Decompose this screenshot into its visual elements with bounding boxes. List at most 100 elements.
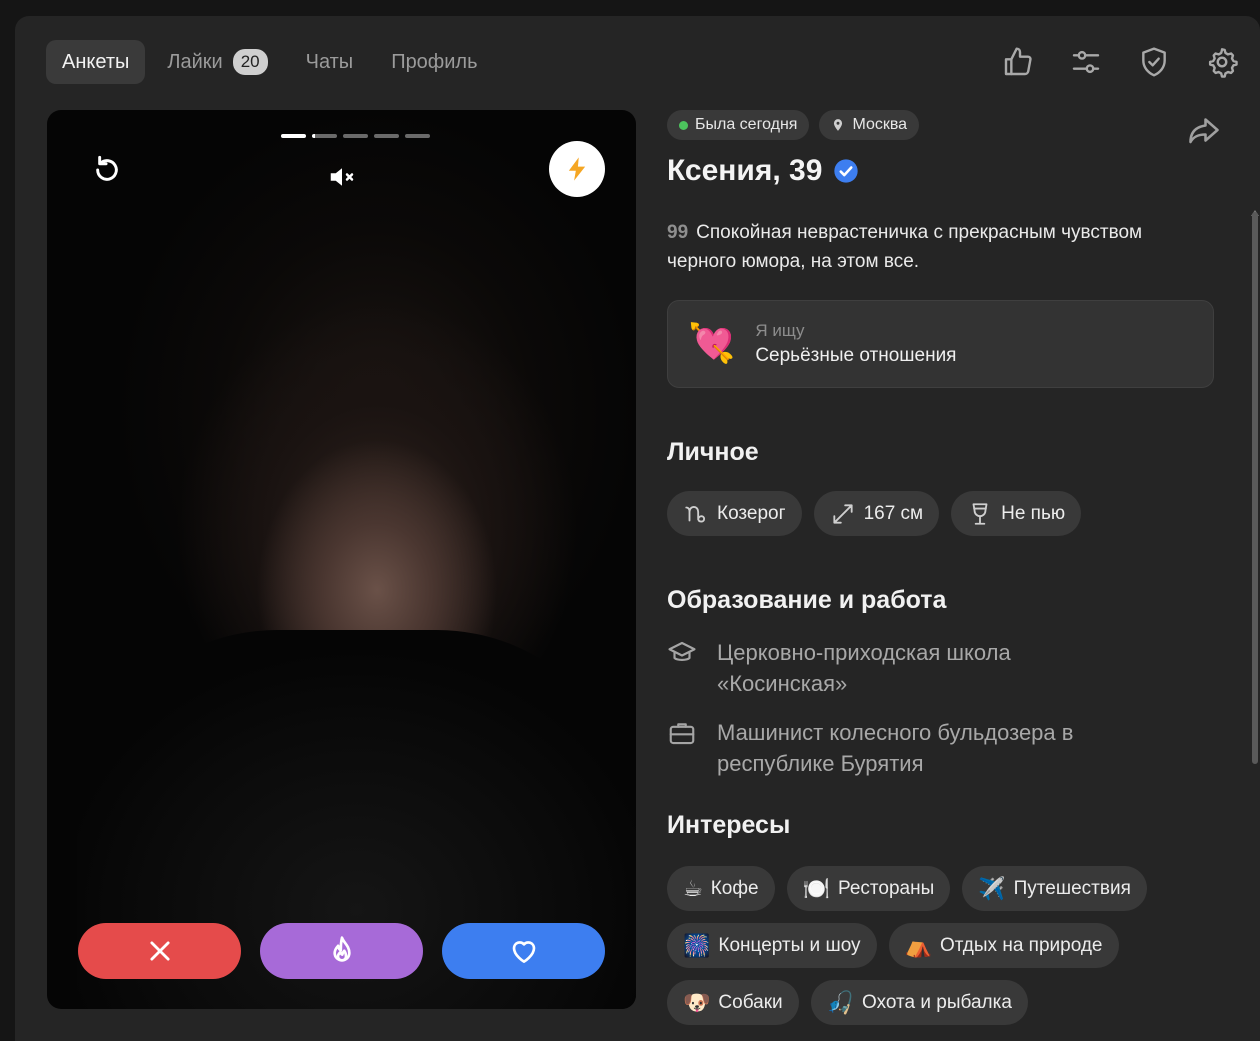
heart-arrow-icon: 💘 bbox=[688, 323, 736, 365]
photo-progress-segment[interactable] bbox=[405, 134, 430, 138]
interest-emoji-icon: 🎆 bbox=[683, 932, 711, 958]
dislike-button[interactable] bbox=[78, 923, 241, 979]
name-row: Ксения, 39 bbox=[667, 154, 1217, 188]
capricorn-icon bbox=[685, 505, 705, 523]
superlike-button[interactable] bbox=[260, 923, 423, 979]
rewind-icon bbox=[96, 155, 118, 181]
status-chips: Была сегодня Москва bbox=[667, 110, 1217, 140]
height-label: 167 см bbox=[863, 502, 924, 524]
graduation-cap-icon bbox=[668, 641, 696, 661]
tab-likes[interactable]: Лайки 20 bbox=[151, 40, 283, 84]
interest-tag: 🎣 Охота и рыбалка bbox=[810, 980, 1028, 1025]
interest-label: Собаки bbox=[718, 991, 783, 1013]
tab-profiles[interactable]: Анкеты bbox=[46, 40, 146, 84]
share-button[interactable] bbox=[1186, 112, 1222, 148]
city-chip: Москва bbox=[819, 110, 920, 140]
interests-section-title: Интересы bbox=[667, 811, 791, 839]
interest-emoji-icon: ⛺ bbox=[904, 932, 932, 958]
shield-check-icon[interactable] bbox=[1136, 44, 1172, 80]
app-window: Анкеты Лайки 20 Чаты Профиль Была сегодн… bbox=[15, 16, 1260, 1041]
toolbar-icons bbox=[1000, 44, 1240, 80]
top-nav: Анкеты Лайки 20 Чаты Профиль bbox=[46, 40, 494, 84]
work-text: Машинист колесного бульдозера в республи… bbox=[717, 720, 1074, 776]
mute-button[interactable] bbox=[325, 160, 359, 194]
quote-icon: 99 bbox=[667, 222, 689, 243]
city-text: Москва bbox=[852, 116, 908, 133]
interest-tag: 🎆 Концерты и шоу bbox=[667, 923, 877, 968]
personal-tags: Козерог 167 см Не пью bbox=[667, 491, 1227, 536]
interest-emoji-icon: 🐶 bbox=[683, 989, 711, 1015]
interest-label: Концерты и шоу bbox=[718, 934, 861, 956]
tab-my-profile-label: Профиль bbox=[391, 50, 478, 73]
seeking-value: Серьёзные отношения bbox=[755, 345, 957, 366]
heart-icon bbox=[512, 941, 535, 963]
photo-progress-segment[interactable] bbox=[343, 134, 368, 138]
interest-emoji-icon: 🍽️ bbox=[802, 875, 830, 901]
photo-progress-segment[interactable] bbox=[374, 134, 399, 138]
online-dot-icon bbox=[679, 120, 688, 130]
close-icon bbox=[149, 941, 170, 961]
personal-section-title: Личное bbox=[667, 438, 759, 466]
wine-glass-icon bbox=[972, 502, 988, 525]
interest-label: Отдых на природе bbox=[939, 934, 1103, 956]
photo-progress bbox=[281, 134, 430, 138]
filter-sliders-icon[interactable] bbox=[1068, 44, 1104, 80]
education-list: Церковно-приходская школа «Косинская» Ма… bbox=[667, 637, 1217, 779]
profile-name: Ксения, 39 bbox=[667, 154, 823, 187]
tab-likes-label: Лайки bbox=[167, 50, 223, 73]
lightning-icon bbox=[568, 157, 586, 181]
tab-chats-label: Чаты bbox=[305, 50, 354, 73]
zodiac-tag: Козерог bbox=[667, 491, 802, 536]
drinking-tag: Не пью bbox=[951, 491, 1082, 536]
interest-emoji-icon: 🎣 bbox=[826, 989, 855, 1015]
like-button[interactable] bbox=[442, 923, 605, 979]
tab-my-profile[interactable]: Профиль bbox=[375, 40, 493, 84]
interest-tag: ☕ Кофе bbox=[667, 866, 775, 911]
interest-label: Кофе bbox=[710, 877, 759, 899]
interest-tag: 🐶 Собаки bbox=[667, 980, 799, 1025]
likes-count-badge: 20 bbox=[232, 49, 268, 75]
interest-tag: ⛺ Отдых на природе bbox=[888, 923, 1119, 968]
photo-progress-segment[interactable] bbox=[312, 134, 337, 138]
interest-emoji-icon: ☕ bbox=[683, 875, 703, 901]
interest-tag: ✈️ Путешествия bbox=[962, 866, 1147, 911]
work-item: Машинист колесного бульдозера в республи… bbox=[667, 717, 1217, 779]
online-status-chip: Была сегодня bbox=[667, 110, 810, 140]
flame-icon bbox=[332, 936, 351, 962]
interest-tag: 🍽️ Рестораны bbox=[786, 866, 951, 911]
scrollbar[interactable] bbox=[1250, 112, 1260, 1041]
gear-icon[interactable] bbox=[1204, 44, 1240, 80]
drinking-label: Не пью bbox=[1001, 502, 1066, 524]
height-arrows-icon bbox=[832, 503, 853, 524]
interests-tags: ☕ Кофе 🍽️ Рестораны ✈️ Путешествия 🎆 Концерты и… bbox=[667, 866, 1227, 1025]
action-buttons bbox=[78, 923, 605, 979]
profile-photo[interactable] bbox=[47, 110, 636, 1009]
interest-label: Путешествия bbox=[1013, 877, 1131, 899]
thumbs-up-icon[interactable] bbox=[1000, 44, 1036, 80]
education-item: Церковно-приходская школа «Косинская» bbox=[667, 637, 1217, 699]
profile-bio: 99 Спокойная неврастеничка с прекрасным ч… bbox=[667, 218, 1197, 276]
height-tag: 167 см bbox=[813, 491, 940, 536]
bio-text: Спокойная неврастеничка с прекрасным чув… bbox=[667, 222, 1143, 272]
photo-progress-segment[interactable] bbox=[281, 134, 306, 138]
seeking-card: 💘 Я ищу Серьёзные отношения bbox=[667, 300, 1214, 388]
verified-badge-icon bbox=[834, 159, 859, 183]
share-arrow-icon bbox=[1189, 118, 1219, 144]
speaker-muted-icon bbox=[330, 168, 354, 186]
online-status-text: Была сегодня bbox=[695, 116, 798, 133]
profile-details: Была сегодня Москва Ксения, 39 99 Спокойн… bbox=[667, 110, 1219, 1025]
tab-profiles-label: Анкеты bbox=[62, 50, 130, 73]
education-section-title: Образование и работа bbox=[667, 586, 947, 614]
briefcase-icon bbox=[669, 723, 695, 745]
scrollbar-thumb[interactable] bbox=[1252, 212, 1258, 764]
interest-label: Рестораны bbox=[837, 877, 935, 899]
interest-emoji-icon: ✈️ bbox=[978, 875, 1006, 901]
seeking-label: Я ищу bbox=[755, 321, 805, 340]
rewind-button[interactable] bbox=[87, 150, 127, 190]
interest-label: Охота и рыбалка bbox=[862, 991, 1012, 1013]
boost-button[interactable] bbox=[549, 141, 605, 197]
location-pin-icon bbox=[834, 119, 843, 131]
zodiac-label: Козерог bbox=[717, 502, 786, 524]
education-text: Церковно-приходская школа «Косинская» bbox=[717, 640, 1011, 696]
tab-chats[interactable]: Чаты bbox=[290, 40, 370, 84]
